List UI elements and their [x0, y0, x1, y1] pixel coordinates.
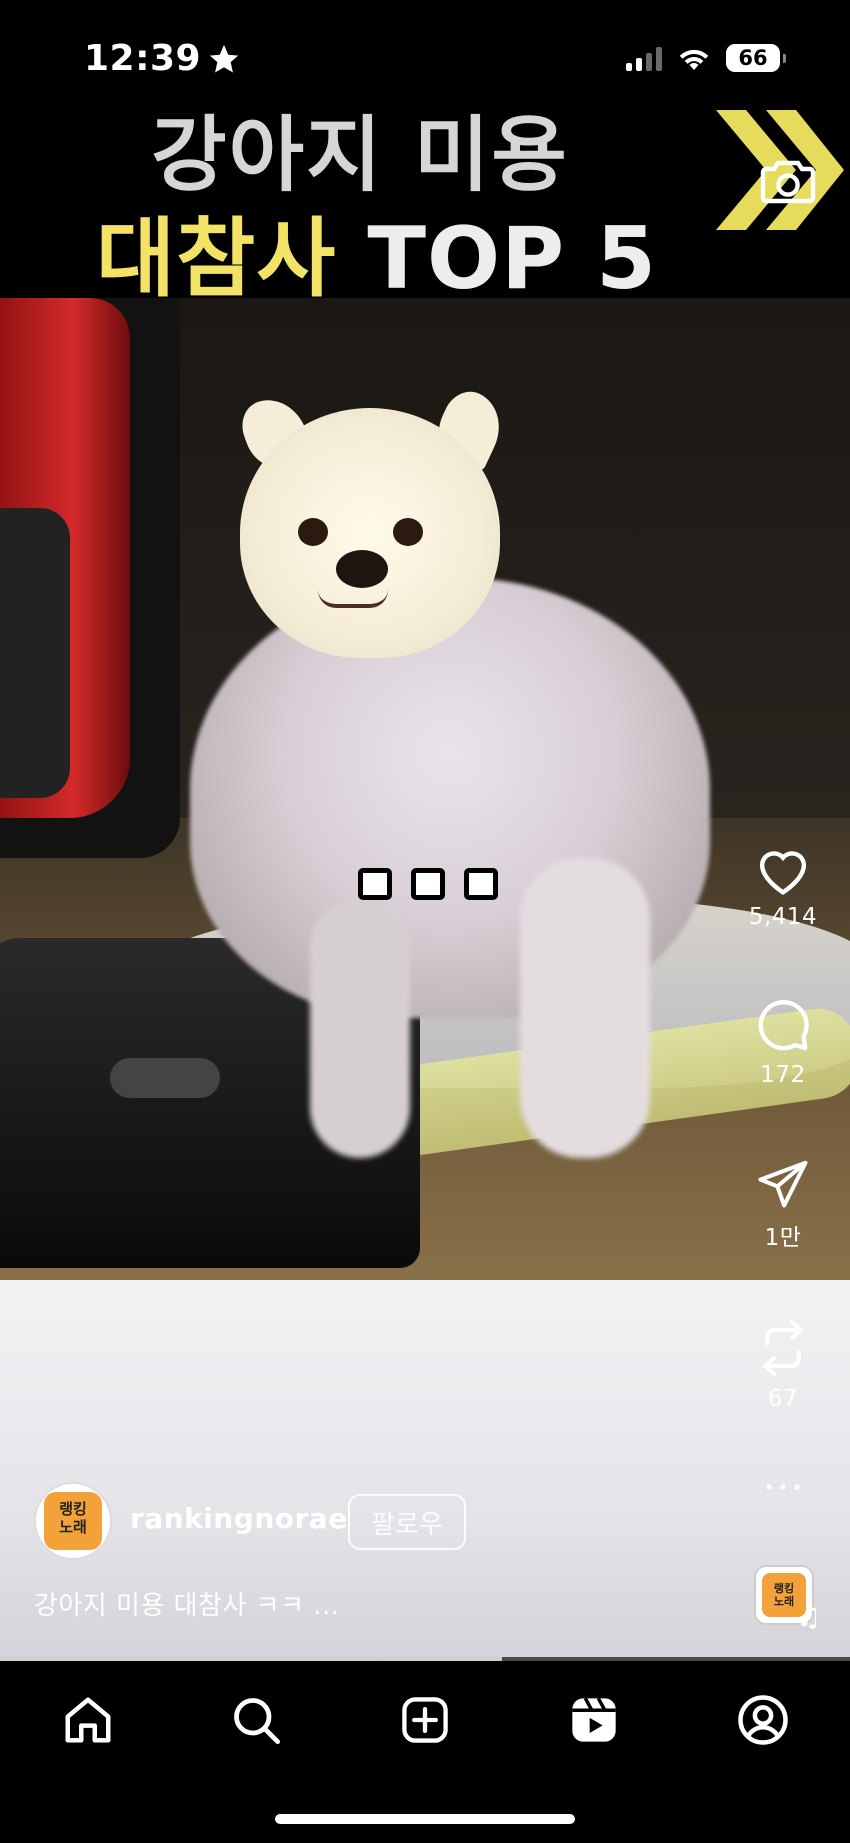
nav-home[interactable] [58, 1690, 118, 1750]
share-count: 1만 [764, 1225, 802, 1251]
status-time-text: 12:39 [84, 38, 202, 79]
share-button[interactable]: 1만 [728, 1156, 838, 1252]
caption-text[interactable]: 강아지 미용 대참사 ㅋㅋ ... [34, 1585, 340, 1622]
reel-video[interactable] [0, 298, 850, 1280]
nav-reels[interactable] [564, 1690, 624, 1750]
remix-button[interactable]: 67 [728, 1318, 838, 1412]
home-indicator[interactable] [275, 1814, 575, 1824]
more-icon [766, 1484, 800, 1490]
banner-title-line2: 대참사 TOP 5 [96, 188, 657, 313]
battery-indicator: 66 [726, 44, 786, 72]
remix-count: 67 [767, 1386, 799, 1412]
search-icon [234, 1698, 281, 1745]
profile-icon [738, 1695, 788, 1745]
signal-icon [626, 45, 662, 71]
add-icon [402, 1697, 448, 1743]
status-time: 12:39 [84, 38, 241, 79]
nav-search[interactable] [226, 1690, 286, 1750]
dog-head [240, 408, 500, 658]
comment-count: 172 [760, 1062, 806, 1088]
username[interactable]: rankingnorae [130, 1502, 348, 1535]
star-icon [209, 44, 239, 72]
comment-button[interactable]: 172 [728, 996, 838, 1088]
reels-icon [572, 1697, 616, 1742]
banner-rest: TOP 5 [367, 209, 657, 309]
send-icon [758, 1160, 808, 1208]
nav-create[interactable] [395, 1690, 455, 1750]
comment-icon [758, 1000, 809, 1051]
banner-highlight: 대참사 [96, 209, 337, 309]
status-indicators: 66 [626, 44, 786, 72]
heart-icon [759, 851, 807, 895]
music-note-icon: ♫ [796, 1600, 822, 1633]
like-button[interactable]: 5,414 [728, 842, 838, 930]
wifi-icon [679, 49, 709, 70]
more-button[interactable] [728, 1480, 838, 1494]
loading-dots [358, 868, 498, 900]
home-icon [65, 1697, 111, 1743]
like-count: 5,414 [748, 904, 818, 930]
nav-profile[interactable] [733, 1690, 793, 1750]
repeat-icon [762, 1320, 804, 1376]
follow-button[interactable]: 팔로우 [348, 1494, 466, 1550]
avatar[interactable]: 랭킹 노래 [34, 1482, 112, 1560]
camera-icon[interactable] [760, 157, 816, 205]
